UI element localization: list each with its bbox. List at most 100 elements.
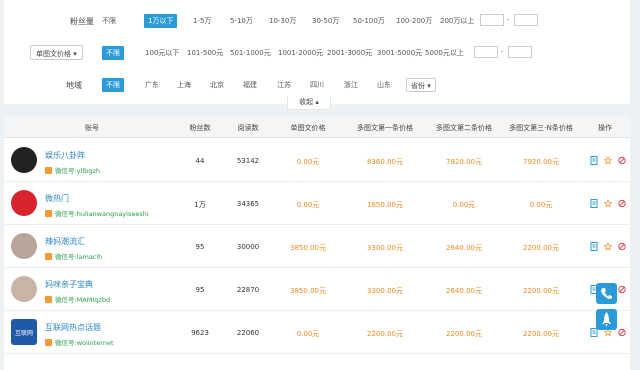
price-option[interactable]: 3001-5000元 [377, 48, 422, 58]
cell-single: 3850.00元 [290, 287, 326, 295]
fans-option[interactable]: 5-10万 [230, 16, 253, 26]
fans-option-active[interactable]: 1万以下 [144, 14, 178, 28]
account-name-link[interactable]: 互联网热点话题 [45, 322, 101, 333]
fans-option[interactable]: 不限 [102, 16, 116, 26]
avatar[interactable]: 互联网 [11, 319, 37, 345]
province-dropdown[interactable]: 省份 ▾ [406, 78, 436, 92]
fans-option[interactable]: 10-30万 [269, 16, 296, 26]
cell-fans: 95 [195, 286, 205, 294]
price-option[interactable]: 100元以下 [145, 48, 179, 58]
price-type-dropdown[interactable]: 单图文价格 ▾ [30, 45, 83, 60]
wechat-id: 微信号:yllbgzh [45, 165, 100, 175]
wechat-id: 微信号:woiinternet [45, 337, 114, 347]
wechat-icon [45, 296, 52, 303]
cell-single: 0.00元 [296, 330, 320, 338]
region-option[interactable]: 四川 [310, 80, 324, 90]
cell-reads: 53142 [236, 157, 260, 165]
region-option-active[interactable]: 不限 [102, 78, 124, 92]
cell-single: 0.00元 [296, 201, 320, 209]
cell-multi3: 2200.00元 [523, 330, 559, 338]
wechat-prefix: 微信号: [55, 253, 77, 261]
block-icon[interactable] [618, 199, 626, 208]
block-icon[interactable] [618, 242, 626, 251]
range-separator: - [507, 16, 510, 24]
chevron-down-icon: ▾ [73, 50, 77, 58]
back-to-top-button[interactable] [596, 309, 617, 330]
wechat-prefix: 微信号: [55, 296, 77, 304]
wechat-id-value: MAMIqzbd [76, 296, 111, 304]
block-icon[interactable] [618, 328, 626, 337]
price-option[interactable]: 1001-2000元 [278, 48, 323, 58]
col-header-single-price: 单图文价格 [290, 124, 326, 132]
cell-fans: 44 [195, 157, 205, 165]
wechat-icon [45, 167, 52, 174]
cell-multi2: 2640.00元 [446, 287, 482, 295]
col-header-multi2-price: 多图文第二条价格 [436, 124, 492, 132]
region-option[interactable]: 上海 [177, 80, 191, 90]
fans-option[interactable]: 50-100万 [353, 16, 385, 26]
row-actions [590, 242, 626, 251]
star-icon[interactable] [604, 156, 612, 165]
fans-option[interactable]: 200万以上 [440, 16, 474, 26]
star-icon[interactable] [604, 242, 612, 251]
avatar[interactable] [11, 190, 37, 216]
account-name-link[interactable]: 微热门 [45, 193, 69, 204]
region-option[interactable]: 北京 [210, 80, 224, 90]
document-icon[interactable] [590, 242, 598, 251]
table-row: 娱乐八卦阵 微信号:yllbgzh 44 53142 0.00元 8360.00元 7920… [4, 139, 630, 182]
document-icon[interactable] [590, 156, 598, 165]
price-option[interactable]: 101-500元 [187, 48, 223, 58]
region-option[interactable]: 福建 [243, 80, 257, 90]
fans-option[interactable]: 30-50万 [312, 16, 339, 26]
block-icon[interactable] [618, 285, 626, 294]
price-option[interactable]: 5000元以上 [425, 48, 464, 58]
range-separator: - [501, 48, 504, 56]
region-option[interactable]: 山东 [377, 80, 391, 90]
price-max-input[interactable] [508, 46, 532, 58]
cell-reads: 34365 [236, 200, 260, 208]
fans-min-input[interactable] [480, 14, 504, 26]
price-option[interactable]: 501-1000元 [230, 48, 271, 58]
wechat-icon [45, 210, 52, 217]
fans-filter-label: 粉丝量 [70, 17, 94, 26]
wechat-id: 微信号:hulianwangnayiseeshi [45, 208, 149, 218]
region-option[interactable]: 浙江 [344, 80, 358, 90]
filter-panel: 粉丝量 不限 1万以下 1-5万 5-10万 10-30万 30-50万 50-… [4, 0, 630, 104]
fans-option[interactable]: 1-5万 [193, 16, 211, 26]
avatar[interactable] [11, 233, 37, 259]
region-option[interactable]: 广东 [145, 80, 159, 90]
region-option[interactable]: 江苏 [277, 80, 291, 90]
collapse-button[interactable]: 收起 ▴ [287, 96, 331, 110]
cell-multi1: 2200.00元 [367, 330, 403, 338]
cell-single: 0.00元 [296, 158, 320, 166]
price-option[interactable]: 2001-3000元 [327, 48, 372, 58]
chevron-up-icon: ▴ [315, 98, 319, 106]
fans-max-input[interactable] [514, 14, 538, 26]
wechat-id-value: woiinternet [76, 339, 114, 347]
block-icon[interactable] [618, 156, 626, 165]
wechat-icon [45, 253, 52, 260]
fans-option[interactable]: 100-200万 [396, 16, 432, 26]
table-row: 辣妈潮流汇 微信号:lamaclh 95 30000 3850.00元 3300.00元 2… [4, 225, 630, 268]
account-name-link[interactable]: 辣妈潮流汇 [45, 236, 85, 247]
cell-multi3: 7920.00元 [523, 158, 559, 166]
cell-multi1: 3300.00元 [367, 287, 403, 295]
wechat-prefix: 微信号: [55, 167, 77, 175]
col-header-multi1-price: 多图文第一条价格 [357, 124, 413, 132]
wechat-id: 微信号:lamaclh [45, 251, 102, 261]
document-icon[interactable] [590, 199, 598, 208]
cell-fans: 95 [195, 243, 205, 251]
account-name-link[interactable]: 娱乐八卦阵 [45, 150, 85, 161]
price-type-label: 单图文价格 [36, 50, 71, 58]
phone-button[interactable] [596, 283, 617, 304]
price-option-active[interactable]: 不限 [102, 46, 124, 60]
price-min-input[interactable] [474, 46, 498, 58]
account-name-link[interactable]: 妈咪亲子宝典 [45, 279, 93, 290]
cell-reads: 22060 [236, 329, 260, 337]
star-icon[interactable] [604, 199, 612, 208]
avatar[interactable] [11, 276, 37, 302]
row-actions [590, 156, 626, 165]
avatar[interactable] [11, 147, 37, 173]
cell-fans: 9623 [191, 329, 209, 337]
table-header: 账号 粉丝数 阅读数 单图文价格 多图文第一条价格 多图文第二条价格 多图文第三… [4, 116, 630, 138]
